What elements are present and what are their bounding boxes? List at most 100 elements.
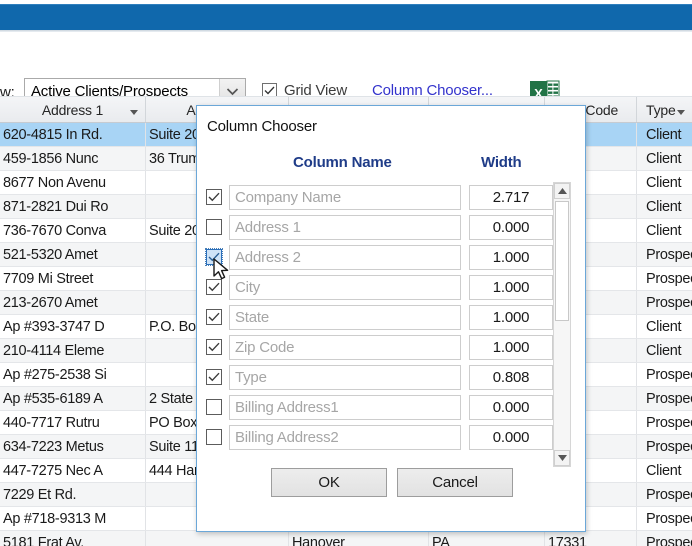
table-cell-address1[interactable]: 736-7670 Conva (0, 219, 146, 242)
column-visibility-checkbox[interactable] (205, 339, 229, 355)
column-chooser-row[interactable]: Address 1 0.000 (205, 212, 579, 242)
column-width-field[interactable]: 0.000 (469, 214, 553, 240)
table-cell-type[interactable]: Client (637, 123, 692, 146)
ok-button[interactable]: OK (271, 468, 387, 497)
table-cell-address1[interactable]: 7709 Mi Street (0, 267, 146, 290)
column-name-field[interactable]: Billing Address1 (229, 394, 461, 420)
checkbox-box (206, 339, 222, 355)
grid-column-header-type[interactable]: Type (637, 97, 692, 122)
table-cell-type[interactable]: Prospect (637, 291, 692, 314)
table-row[interactable]: 5181 Frat Av. HanoverPA17331Prospect (0, 531, 692, 546)
column-name-field[interactable]: City (229, 274, 461, 300)
checkbox-box (206, 309, 222, 325)
table-cell-type[interactable]: Prospect (637, 507, 692, 530)
column-width-field[interactable]: 0.808 (469, 364, 553, 390)
column-width-field[interactable]: 2.717 (469, 184, 553, 210)
column-name-field[interactable]: Address 2 (229, 244, 461, 270)
cancel-button[interactable]: Cancel (397, 468, 513, 497)
column-chooser-row[interactable]: Company Name 2.717 (205, 182, 579, 212)
table-cell-type[interactable]: Client (637, 339, 692, 362)
table-cell-type[interactable]: Prospect (637, 531, 692, 546)
checkbox-box (206, 219, 222, 235)
column-chooser-row[interactable]: Billing Address1 0.000 (205, 392, 579, 422)
dialog-button-bar: OK Cancel (197, 468, 587, 497)
table-cell-type[interactable]: Prospect (637, 243, 692, 266)
column-width-field[interactable]: 1.000 (469, 334, 553, 360)
column-chooser-row[interactable]: Zip Code 1.000 (205, 332, 579, 362)
table-cell-type[interactable]: Client (637, 315, 692, 338)
column-visibility-checkbox[interactable] (205, 189, 229, 205)
table-cell-type[interactable]: Client (637, 147, 692, 170)
column-width-field[interactable]: 1.000 (469, 304, 553, 330)
table-cell-address1[interactable]: Ap #275-2538 Si (0, 363, 146, 386)
column-chooser-row[interactable]: Address 2 1.000 (205, 242, 579, 272)
table-cell-address1[interactable]: Ap #535-6189 A (0, 387, 146, 410)
column-width-field[interactable]: 0.000 (469, 424, 553, 450)
table-cell-zip[interactable]: 17331 (545, 531, 637, 546)
column-width-field[interactable]: 0.000 (469, 394, 553, 420)
table-cell-type[interactable]: Prospect (637, 411, 692, 434)
column-visibility-checkbox[interactable] (205, 248, 229, 266)
table-cell-address1[interactable]: Ap #393-3747 D (0, 315, 146, 338)
table-cell-address1[interactable]: 620-4815 In Rd. (0, 123, 146, 146)
column-list-scrollbar[interactable] (553, 182, 571, 467)
column-name-field[interactable]: State (229, 304, 461, 330)
column-name-field[interactable]: Zip Code (229, 334, 461, 360)
column-chooser-dialog: Column Chooser Column Name Width Company… (196, 105, 586, 532)
column-visibility-checkbox[interactable] (205, 369, 229, 385)
checkbox-box (206, 429, 222, 445)
grid-column-header-address1[interactable]: Address 1 (0, 97, 146, 122)
table-cell-city[interactable]: Hanover (289, 531, 429, 546)
table-cell-address1[interactable]: 871-2821 Dui Ro (0, 195, 146, 218)
table-cell-address1[interactable]: 213-2670 Amet (0, 291, 146, 314)
checkbox-box (206, 189, 222, 205)
table-cell-address1[interactable]: 7229 Et Rd. (0, 483, 146, 506)
table-cell-type[interactable]: Client (637, 219, 692, 242)
width-header: Width (481, 154, 522, 171)
app-window: w: Active Clients/Prospects Grid View Co… (0, 0, 692, 546)
column-name-field[interactable]: Address 1 (229, 214, 461, 240)
column-chooser-row[interactable]: City 1.000 (205, 272, 579, 302)
table-cell-address1[interactable]: 447-7275 Nec A (0, 459, 146, 482)
checkbox-box (205, 248, 223, 266)
column-visibility-checkbox[interactable] (205, 279, 229, 295)
table-cell-address1[interactable]: Ap #718-9313 M (0, 507, 146, 530)
table-cell-type[interactable]: Prospect (637, 435, 692, 458)
column-name-field[interactable]: Company Name (229, 184, 461, 210)
scroll-down-arrow-icon[interactable] (554, 450, 570, 466)
filter-dropdown-icon[interactable] (130, 102, 138, 118)
column-width-field[interactable]: 1.000 (469, 244, 553, 270)
checkbox-box (206, 399, 222, 415)
scrollbar-thumb[interactable] (555, 201, 569, 321)
table-cell-address1[interactable]: 8677 Non Avenu (0, 171, 146, 194)
table-cell-type[interactable]: Prospect (637, 483, 692, 506)
table-cell-type[interactable]: Prospect (637, 267, 692, 290)
table-cell-address1[interactable]: 440-7717 Rutru (0, 411, 146, 434)
table-cell-type[interactable]: Prospect (637, 363, 692, 386)
table-cell-address1[interactable]: 634-7223 Metus (0, 435, 146, 458)
table-cell-address2[interactable] (146, 531, 289, 546)
column-name-field[interactable]: Billing Address2 (229, 424, 461, 450)
table-cell-address1[interactable]: 5181 Frat Av. (0, 531, 146, 546)
filter-dropdown-icon[interactable] (677, 102, 685, 118)
window-title-bar (0, 4, 692, 30)
scroll-up-arrow-icon[interactable] (554, 183, 570, 199)
table-cell-type[interactable]: Prospect (637, 387, 692, 410)
column-visibility-checkbox[interactable] (205, 399, 229, 415)
table-cell-address1[interactable]: 210-4114 Eleme (0, 339, 146, 362)
table-cell-address1[interactable]: 459-1856 Nunc (0, 147, 146, 170)
checkbox-box (206, 279, 222, 295)
column-visibility-checkbox[interactable] (205, 309, 229, 325)
column-chooser-row[interactable]: Type 0.808 (205, 362, 579, 392)
column-visibility-checkbox[interactable] (205, 429, 229, 445)
table-cell-type[interactable]: Client (637, 459, 692, 482)
column-chooser-row[interactable]: Billing Address2 0.000 (205, 422, 579, 452)
column-width-field[interactable]: 1.000 (469, 274, 553, 300)
table-cell-type[interactable]: Client (637, 171, 692, 194)
column-chooser-row[interactable]: State 1.000 (205, 302, 579, 332)
column-name-field[interactable]: Type (229, 364, 461, 390)
table-cell-address1[interactable]: 521-5320 Amet (0, 243, 146, 266)
column-visibility-checkbox[interactable] (205, 219, 229, 235)
table-cell-state[interactable]: PA (429, 531, 545, 546)
table-cell-type[interactable]: Client (637, 195, 692, 218)
